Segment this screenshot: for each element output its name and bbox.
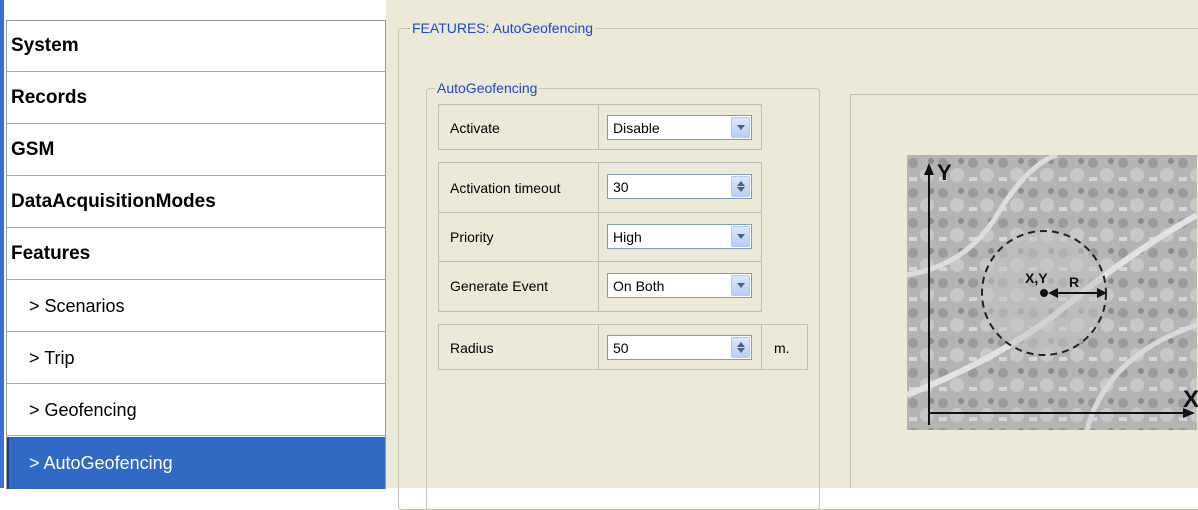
sidebar-item-autogeofencing[interactable]: > AutoGeofencing xyxy=(7,437,385,489)
x-axis-label: X xyxy=(1183,386,1198,413)
priority-label: Priority xyxy=(450,229,494,245)
settings-panel: FEATURES: AutoGeofencing AutoGeofencing … xyxy=(386,0,1198,510)
autogeofencing-group-title: AutoGeofencing xyxy=(435,80,540,96)
radius-value: 50 xyxy=(613,340,629,356)
chevron-down-icon[interactable] xyxy=(731,117,750,138)
sidebar-item-gsm[interactable]: GSM xyxy=(7,125,385,176)
sidebar-item-label: > Trip xyxy=(29,347,75,368)
generate-event-label: Generate Event xyxy=(450,278,549,294)
activate-row: Activate Disable xyxy=(438,104,762,150)
sidebar-item-records[interactable]: Records xyxy=(7,73,385,124)
sidebar-item-geofencing[interactable]: > Geofencing xyxy=(7,385,385,436)
sidebar-item-label: GSM xyxy=(11,139,55,160)
cell-divider xyxy=(598,163,599,311)
priority-value: High xyxy=(613,229,642,245)
radius-symbol-label: R xyxy=(1069,274,1079,290)
center-label: X,Y xyxy=(1025,270,1048,286)
cell-divider xyxy=(598,325,599,369)
event-settings-box: Activation timeout 30 Priority High Gene… xyxy=(438,162,762,312)
generate-event-value: On Both xyxy=(613,278,665,294)
radius-unit: m. xyxy=(774,340,790,356)
row-divider xyxy=(439,261,761,262)
sidebar-item-scenarios[interactable]: > Scenarios xyxy=(7,281,385,332)
center-point xyxy=(1040,289,1048,297)
activation-timeout-label: Activation timeout xyxy=(450,180,561,196)
sidebar-item-label: Records xyxy=(11,87,88,108)
sidebar-item-trip[interactable]: > Trip xyxy=(7,333,385,384)
generate-event-select[interactable]: On Both xyxy=(607,273,752,298)
activate-select[interactable]: Disable xyxy=(607,115,752,140)
sidebar-item-label: Features xyxy=(11,243,91,264)
row-divider xyxy=(439,212,761,213)
radius-row: Radius 50 m. xyxy=(438,324,808,370)
chevron-down-icon[interactable] xyxy=(731,275,750,296)
priority-select[interactable]: High xyxy=(607,224,752,249)
chevron-down-icon[interactable] xyxy=(731,226,750,247)
sidebar-item-label: > Scenarios xyxy=(29,295,125,316)
cell-divider xyxy=(598,105,599,149)
settings-navigation: System Records GSM DataAcquisitionModes … xyxy=(6,20,386,489)
activate-value: Disable xyxy=(613,120,660,136)
y-axis-label: Y xyxy=(937,160,952,185)
features-group-title: FEATURES: AutoGeofencing xyxy=(410,20,596,36)
window-accent-edge xyxy=(0,0,4,488)
illustration-panel: Y X X,Y R xyxy=(850,94,1198,488)
cell-divider xyxy=(761,325,762,369)
geofence-diagram: Y X X,Y R xyxy=(907,155,1198,431)
activation-timeout-value: 30 xyxy=(613,179,629,195)
sidebar-item-label: > Geofencing xyxy=(29,399,137,420)
selection-edge xyxy=(7,437,9,489)
sidebar-item-label: System xyxy=(11,35,79,56)
sidebar-item-data-acquisition-modes[interactable]: DataAcquisitionModes xyxy=(7,177,385,228)
spinner-arrows-icon[interactable] xyxy=(731,176,750,197)
radius-spinner[interactable]: 50 xyxy=(607,335,752,360)
radius-label: Radius xyxy=(450,340,494,356)
spinner-arrows-icon[interactable] xyxy=(731,337,750,358)
activation-timeout-spinner[interactable]: 30 xyxy=(607,174,752,199)
sidebar-item-system[interactable]: System xyxy=(7,21,385,72)
sidebar-item-features[interactable]: Features xyxy=(7,229,385,280)
sidebar-item-label: > AutoGeofencing xyxy=(29,452,173,473)
sidebar-item-label: DataAcquisitionModes xyxy=(11,191,216,212)
activate-label: Activate xyxy=(450,120,500,136)
